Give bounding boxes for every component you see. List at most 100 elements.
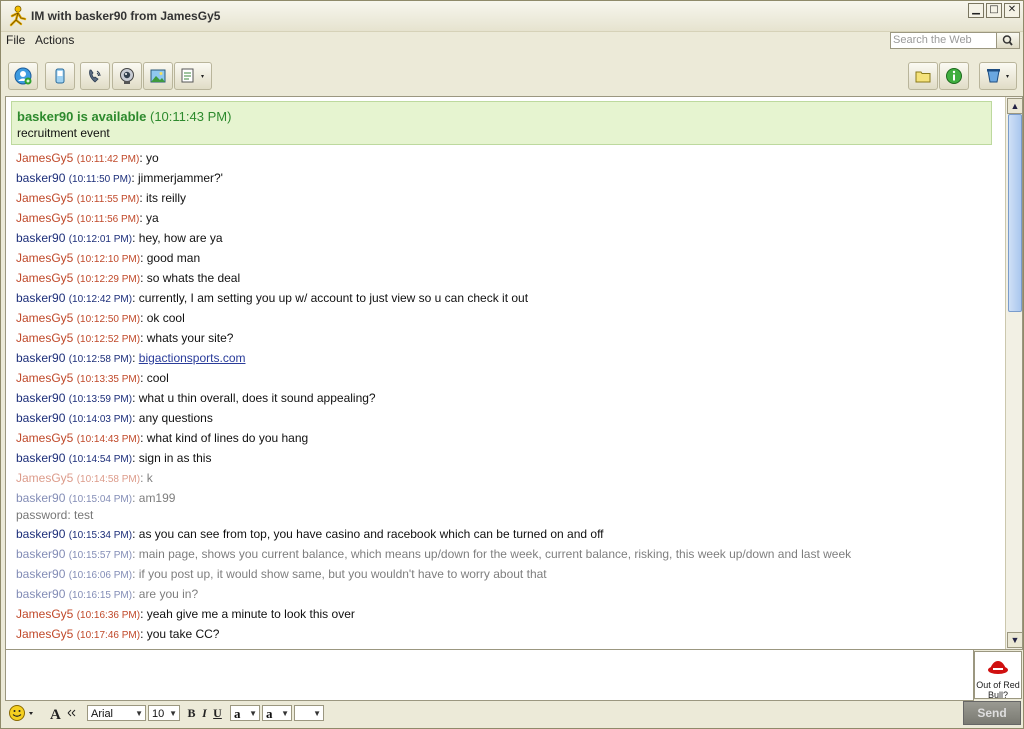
message-sender[interactable]: basker90	[16, 351, 65, 365]
message-timestamp: (10:15:04 PM)	[68, 494, 133, 505]
message-row: JamesGy5 (10:11:42 PM): yo	[16, 148, 996, 168]
message-row: JamesGy5 (10:11:56 PM): ya	[16, 208, 996, 228]
message-timestamp: (10:14:54 PM)	[68, 454, 133, 465]
message-text: main page, shows you current balance, wh…	[138, 547, 852, 561]
font-size-value: 10	[152, 708, 165, 720]
info-button[interactable]	[939, 62, 969, 90]
red-bull-can-icon	[988, 661, 1008, 674]
message-row: basker90 (10:15:04 PM): am199	[16, 488, 996, 508]
link-select[interactable]: ▼	[294, 705, 324, 721]
message-sender[interactable]: basker90	[16, 527, 65, 541]
menu-file[interactable]: File	[6, 33, 25, 47]
message-sender[interactable]: JamesGy5	[16, 271, 73, 285]
message-sender[interactable]: basker90	[16, 587, 65, 601]
smiley-icon	[9, 705, 33, 721]
message-row: JamesGy5 (10:12:29 PM): so whats the dea…	[16, 268, 996, 288]
picture-button[interactable]	[143, 62, 173, 90]
folder-icon	[915, 71, 931, 83]
minimize-button[interactable]: ▁	[968, 3, 984, 18]
message-text: sign in as this	[138, 451, 212, 465]
message-sender[interactable]: basker90	[16, 291, 65, 305]
underline-button[interactable]: U	[211, 705, 224, 721]
message-input[interactable]	[5, 649, 974, 701]
text-color-label: a	[234, 706, 241, 721]
font-style-button[interactable]: A	[49, 704, 77, 723]
send-file-button[interactable]	[174, 62, 212, 90]
settings-button[interactable]	[979, 62, 1017, 90]
message-text: good man	[146, 251, 201, 265]
message-text: are you in?	[138, 587, 199, 601]
webcam-icon	[120, 68, 134, 84]
scroll-up-button[interactable]: ▲	[1007, 98, 1022, 114]
message-timestamp: (10:15:34 PM)	[68, 530, 133, 541]
maximize-button[interactable]: □	[986, 3, 1002, 18]
text-color-button[interactable]: a ▼	[230, 705, 260, 721]
background-color-button[interactable]: a ▼	[262, 705, 292, 721]
message-separator: :	[132, 391, 139, 405]
message-sender[interactable]: basker90	[16, 231, 65, 245]
add-buddy-button[interactable]	[8, 62, 38, 90]
message-sender[interactable]: basker90	[16, 451, 65, 465]
buddy-away-message: recruitment event	[17, 126, 110, 140]
scroll-thumb[interactable]	[1008, 114, 1022, 312]
message-timestamp: (10:12:52 PM)	[76, 334, 141, 345]
bold-button[interactable]: B	[185, 705, 198, 721]
message-link[interactable]: bigactionsports.com	[139, 351, 246, 365]
message-sender[interactable]: JamesGy5	[16, 191, 73, 205]
message-sender[interactable]: JamesGy5	[16, 371, 73, 385]
italic-button[interactable]: I	[198, 705, 211, 721]
send-button[interactable]: Send	[963, 701, 1021, 725]
message-text: as you can see from top, you have casino…	[138, 527, 604, 541]
font-select-value: Arial	[91, 708, 114, 720]
message-sender[interactable]: basker90	[16, 547, 65, 561]
message-separator: :	[132, 491, 139, 505]
message-sender[interactable]: JamesGy5	[16, 431, 73, 445]
emoticon-button[interactable]	[8, 704, 36, 722]
message-text: yo	[146, 151, 159, 165]
search-button[interactable]	[996, 32, 1020, 49]
message-timestamp: (10:12:42 PM)	[68, 294, 133, 305]
message-timestamp: (10:16:36 PM)	[76, 610, 141, 621]
advertisement[interactable]: Out of Red Bull?	[974, 651, 1022, 700]
message-separator: :	[140, 431, 147, 445]
folder-button[interactable]	[908, 62, 938, 90]
message-sender[interactable]: basker90	[16, 171, 65, 185]
settings-icon	[987, 69, 1009, 83]
message-sender[interactable]: basker90	[16, 391, 65, 405]
message-row: basker90 (10:15:34 PM): as you can see f…	[16, 524, 996, 544]
menu-actions[interactable]: Actions	[35, 33, 74, 47]
message-sender[interactable]: JamesGy5	[16, 331, 73, 345]
message-sender[interactable]: JamesGy5	[16, 151, 73, 165]
close-button[interactable]: ✕	[1004, 3, 1020, 18]
message-sender[interactable]: JamesGy5	[16, 627, 73, 641]
search-input[interactable]: Search the Web	[890, 32, 998, 49]
message-text: jimmerjammer?'	[138, 171, 223, 185]
transcript-scrollbar[interactable]: ▲ ▼	[1005, 97, 1022, 649]
message-list: JamesGy5 (10:11:42 PM): yo basker90 (10:1…	[16, 148, 996, 644]
message-sender[interactable]: JamesGy5	[16, 607, 73, 621]
message-row: JamesGy5 (10:14:58 PM): k	[16, 468, 996, 488]
call-button[interactable]	[80, 62, 110, 90]
message-text: so whats the deal	[146, 271, 241, 285]
chat-transcript[interactable]: basker90 is available (10:11:43 PM) recr…	[5, 96, 1023, 650]
message-sender[interactable]: basker90	[16, 567, 65, 581]
message-sender[interactable]: JamesGy5	[16, 471, 73, 485]
message-sender[interactable]: JamesGy5	[16, 211, 73, 225]
title-bar[interactable]: IM with basker90 from JamesGy5 ▁ □ ✕	[1, 1, 1023, 32]
message-row: JamesGy5 (10:12:50 PM): ok cool	[16, 308, 996, 328]
message-text: cool	[146, 371, 169, 385]
message-separator: :	[132, 567, 139, 581]
font-select[interactable]: Arial ▼	[87, 705, 146, 721]
toolbar	[1, 57, 1023, 95]
info-icon	[946, 68, 962, 84]
mobile-button[interactable]	[45, 62, 75, 90]
message-sender[interactable]: JamesGy5	[16, 311, 73, 325]
message-sender[interactable]: JamesGy5	[16, 251, 73, 265]
message-timestamp: (10:14:03 PM)	[68, 414, 133, 425]
scroll-down-button[interactable]: ▼	[1007, 632, 1022, 648]
message-sender[interactable]: basker90	[16, 491, 65, 505]
font-size-select[interactable]: 10 ▼	[148, 705, 180, 721]
webcam-button[interactable]	[112, 62, 142, 90]
message-sender[interactable]: basker90	[16, 411, 65, 425]
message-separator: :	[132, 411, 139, 425]
